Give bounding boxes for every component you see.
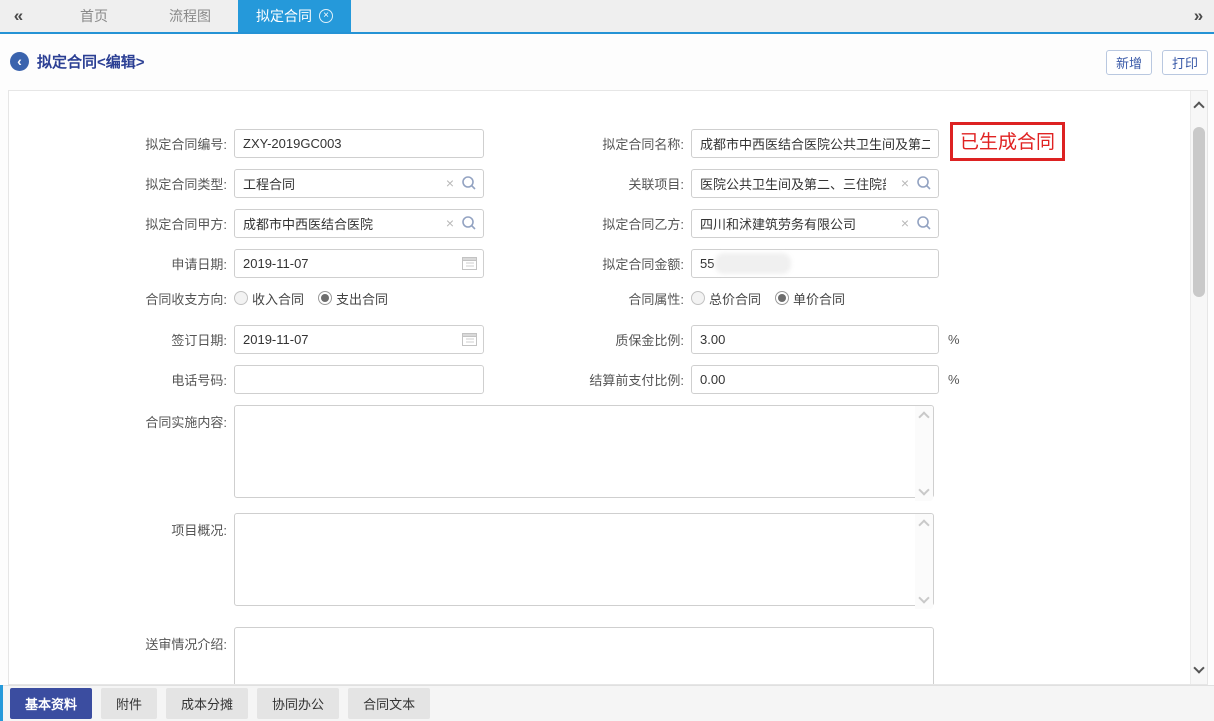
field-label: 电话号码: — [9, 370, 234, 389]
contract-form: 拟定合同编号: 拟定合同名称: 拟定合同类型: × 关联项目: — [9, 129, 1207, 685]
page-header: ‹ 拟定合同<编辑> 新增 打印 — [0, 36, 1214, 88]
redaction-blur — [715, 253, 791, 274]
tab-draft-contract[interactable]: 拟定合同 × — [238, 0, 351, 32]
clear-icon[interactable]: × — [446, 216, 454, 231]
vertical-scrollbar[interactable] — [1190, 91, 1207, 684]
top-tab-bar: « 首页 流程图 拟定合同 × » — [0, 0, 1214, 34]
radio-unit-price-contract[interactable]: 单价合同 — [775, 289, 845, 308]
radio-label: 总价合同 — [709, 289, 761, 308]
phone-input[interactable] — [234, 365, 484, 394]
radio-label: 支出合同 — [336, 289, 388, 308]
tab-strip: 首页 流程图 拟定合同 × — [46, 0, 351, 32]
scrollbar-thumb[interactable] — [1193, 127, 1205, 297]
field-label: 拟定合同甲方: — [9, 214, 234, 233]
bottom-tab-basic-info[interactable]: 基本资料 — [10, 688, 92, 719]
tab-draft-contract-label: 拟定合同 — [256, 6, 312, 26]
left-edge-accent — [0, 685, 3, 721]
radio-income-contract[interactable]: 收入合同 — [234, 289, 304, 308]
scrollbar-up-icon[interactable] — [1193, 101, 1204, 112]
calendar-icon[interactable] — [462, 332, 477, 346]
field-label: 合同实施内容: — [9, 405, 234, 431]
bottom-tab-attachments[interactable]: 附件 — [101, 688, 157, 719]
apply-date-input[interactable] — [234, 249, 484, 278]
radio-icon — [234, 291, 248, 305]
radio-total-price-contract[interactable]: 总价合同 — [691, 289, 761, 308]
field-label: 申请日期: — [9, 254, 234, 273]
percent-unit: % — [948, 332, 960, 347]
pre-settle-ratio-input[interactable] — [691, 365, 939, 394]
textarea-scrollbar[interactable] — [915, 514, 933, 609]
clear-icon[interactable]: × — [901, 216, 909, 231]
scroll-tabs-right-icon[interactable]: » — [1180, 0, 1214, 32]
field-label: 合同收支方向: — [9, 289, 234, 308]
field-label: 送审情况介绍: — [9, 627, 234, 653]
textarea-scrollbar[interactable] — [915, 406, 933, 501]
clear-icon[interactable]: × — [446, 176, 454, 191]
field-label: 合同属性: — [484, 289, 691, 308]
project-overview-textarea[interactable] — [234, 513, 934, 606]
contract-name-input[interactable] — [691, 129, 939, 158]
field-label: 拟定合同编号: — [9, 134, 234, 153]
scroll-down-icon[interactable] — [918, 592, 929, 603]
review-intro-textarea[interactable] — [234, 627, 934, 685]
main-form-panel: 已生成合同 拟定合同编号: 拟定合同名称: 拟定合同类型: × — [8, 90, 1208, 685]
field-label: 项目概况: — [9, 513, 234, 539]
field-label: 拟定合同乙方: — [484, 214, 691, 233]
radio-icon — [775, 291, 789, 305]
scroll-up-icon[interactable] — [918, 519, 929, 530]
field-label: 质保金比例: — [484, 330, 691, 349]
field-label: 拟定合同金额: — [484, 254, 691, 273]
field-label: 关联项目: — [484, 174, 691, 193]
search-icon[interactable] — [916, 215, 932, 231]
radio-icon — [318, 291, 332, 305]
bottom-tab-collaboration[interactable]: 协同办公 — [257, 688, 339, 719]
bottom-tab-bar: 基本资料 附件 成本分摊 协同办公 合同文本 — [0, 685, 1214, 721]
bottom-tab-contract-text[interactable]: 合同文本 — [348, 688, 430, 719]
search-icon[interactable] — [461, 175, 477, 191]
scroll-down-icon[interactable] — [918, 484, 929, 495]
tab-flowchart-label: 流程图 — [169, 6, 211, 26]
search-icon[interactable] — [916, 175, 932, 191]
field-label: 结算前支付比例: — [484, 370, 691, 389]
close-tab-icon[interactable]: × — [319, 9, 333, 23]
clear-icon[interactable]: × — [901, 176, 909, 191]
field-label: 拟定合同类型: — [9, 174, 234, 193]
tab-home-label: 首页 — [80, 6, 108, 26]
sign-date-input[interactable] — [234, 325, 484, 354]
scrollbar-down-icon[interactable] — [1193, 662, 1204, 673]
warranty-ratio-input[interactable] — [691, 325, 939, 354]
add-new-button[interactable]: 新增 — [1106, 50, 1152, 75]
contract-no-input[interactable] — [234, 129, 484, 158]
radio-label: 单价合同 — [793, 289, 845, 308]
scroll-up-icon[interactable] — [918, 411, 929, 422]
radio-expense-contract[interactable]: 支出合同 — [318, 289, 388, 308]
field-label: 签订日期: — [9, 330, 234, 349]
radio-label: 收入合同 — [252, 289, 304, 308]
bottom-tab-cost-allocation[interactable]: 成本分摊 — [166, 688, 248, 719]
implementation-textarea[interactable] — [234, 405, 934, 498]
search-icon[interactable] — [461, 215, 477, 231]
tab-flowchart[interactable]: 流程图 — [142, 0, 238, 32]
field-label: 拟定合同名称: — [484, 134, 691, 153]
scroll-tabs-left-icon[interactable]: « — [0, 0, 34, 32]
tab-home[interactable]: 首页 — [46, 0, 142, 32]
radio-icon — [691, 291, 705, 305]
back-button[interactable]: ‹ — [10, 52, 29, 71]
percent-unit: % — [948, 372, 960, 387]
print-button[interactable]: 打印 — [1162, 50, 1208, 75]
page-title: 拟定合同<编辑> — [37, 51, 145, 72]
calendar-icon[interactable] — [462, 256, 477, 270]
